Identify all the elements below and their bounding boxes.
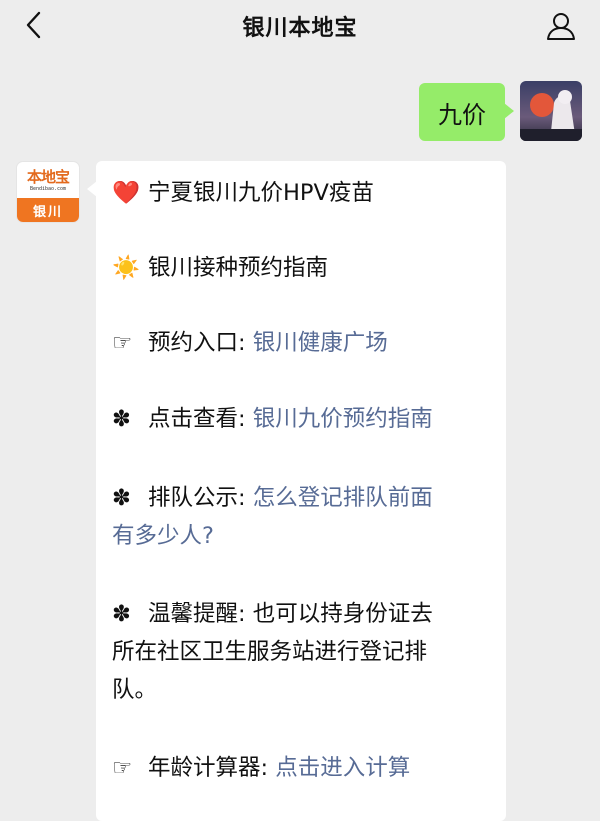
booking-guide-link[interactable]: 银川九价预约指南	[253, 406, 433, 432]
message-line-6: ✽ 温馨提醒: 也可以持身份证去	[112, 595, 492, 633]
message-line-2: ☀️ 银川接种预约指南	[112, 249, 492, 287]
message-line-3: ☞ 预约入口: 银川健康广场	[112, 324, 492, 362]
avatar-image	[520, 81, 582, 141]
line-1-text: 宁夏银川九价HPV疫苗	[148, 180, 374, 206]
logo-city-label: 银川	[17, 198, 79, 222]
message-line-7: ☞ 年龄计算器: 点击进入计算	[112, 749, 492, 787]
line-2-text: 银川接种预约指南	[148, 255, 329, 281]
flower-icon: ✽	[112, 485, 131, 511]
bot-message-bubble: ❤️ 宁夏银川九价HPV疫苗 ☀️ 银川接种预约指南 ☞ 预约入口: 银川健康广场 ✽…	[87, 161, 506, 821]
line-6-text-1: 也可以持身份证去	[252, 601, 433, 627]
profile-button[interactable]	[544, 9, 578, 43]
flower-icon: ✽	[112, 406, 131, 432]
message-line-4: ✽ 点击查看: 银川九价预约指南	[112, 400, 492, 438]
queue-link[interactable]: 怎么登记排队前面	[253, 485, 433, 511]
message-line-6-end: 队。	[112, 671, 492, 709]
pointing-hand-icon: ☞	[112, 330, 133, 356]
line-5-label: 排队公示:	[148, 485, 246, 511]
age-calculator-link[interactable]: 点击进入计算	[275, 755, 410, 781]
queue-link-continued[interactable]: 有多少人?	[112, 523, 214, 549]
chat-title: 银川本地宝	[242, 16, 358, 41]
pointing-hand-icon: ☞	[112, 755, 133, 781]
message-line-5-cont: 有多少人?	[112, 517, 492, 555]
line-3-label: 预约入口:	[148, 330, 246, 356]
message-line-5: ✽ 排队公示: 怎么登记排队前面	[112, 479, 492, 517]
line-4-label: 点击查看:	[148, 406, 246, 432]
person-icon	[547, 13, 575, 40]
line-6-label: 温馨提醒:	[148, 601, 246, 627]
logo-name: 本地宝	[26, 167, 70, 186]
user-message-bubble[interactable]: 九价	[419, 83, 514, 141]
official-account-avatar[interactable]: 本地宝 Bendibao.com 银川	[17, 162, 79, 222]
booking-entry-link[interactable]: 银川健康广场	[253, 330, 388, 356]
flower-icon: ✽	[112, 601, 131, 627]
logo-url: Bendibao.com	[29, 185, 67, 192]
top-bar: 银川本地宝	[0, 0, 600, 52]
message-line-1: ❤️ 宁夏银川九价HPV疫苗	[112, 174, 492, 212]
user-avatar[interactable]	[520, 81, 582, 141]
sun-icon: ☀️	[112, 255, 141, 281]
message-line-6-cont: 所在社区卫生服务站进行登记排	[112, 633, 492, 671]
back-button[interactable]	[18, 10, 48, 40]
logo: 本地宝 Bendibao.com	[17, 162, 79, 198]
chevron-left-icon	[26, 11, 41, 39]
line-7-label: 年龄计算器:	[148, 755, 269, 781]
line-6-text-2: 所在社区卫生服务站进行登记排	[112, 639, 428, 665]
heart-icon: ❤️	[112, 180, 141, 206]
line-6-text-3: 队。	[112, 677, 158, 703]
